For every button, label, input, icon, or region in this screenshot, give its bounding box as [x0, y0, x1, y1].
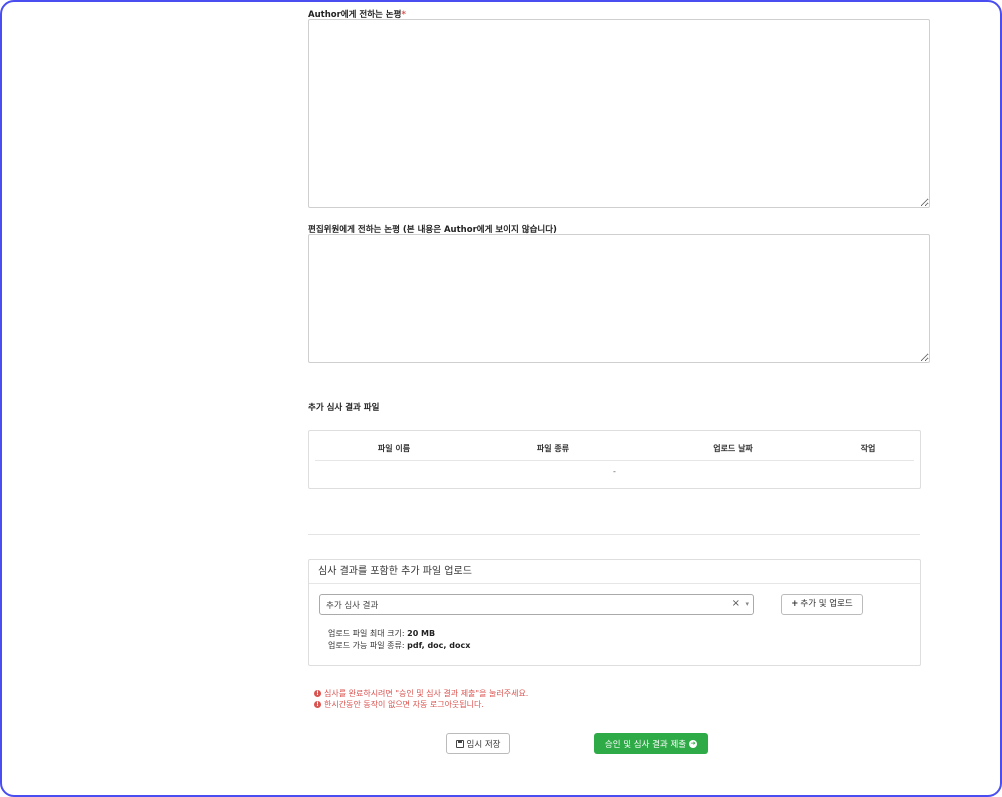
- save-draft-label: 임시 저장: [466, 739, 501, 750]
- notice-logout: ! 한시간동안 동작이 없으면 자동 로그아웃됩니다.: [314, 699, 484, 710]
- approve-submit-button[interactable]: 승인 및 심사 결과 제출 ➜: [594, 733, 708, 754]
- max-size-label: 업로드 파일 최대 크기:: [328, 629, 405, 638]
- allowed-types-value: pdf, doc, docx: [407, 641, 471, 650]
- file-type-select[interactable]: 추가 심사 결과 × ▾: [319, 594, 754, 615]
- approve-submit-label: 승인 및 심사 결과 제출: [604, 739, 687, 750]
- editor-comment-textarea[interactable]: [308, 234, 930, 363]
- notice-submit: ! 심사를 완료하시려면 "승인 및 심사 결과 제출"을 눌러주세요.: [314, 688, 528, 699]
- extra-files-table: 파일 이름 파일 종류 업로드 날짜 작업 -: [308, 430, 921, 489]
- allowed-types-label: 업로드 가능 파일 종류:: [328, 641, 405, 650]
- clear-icon[interactable]: ×: [732, 598, 740, 609]
- upload-panel: 심사 결과를 포함한 추가 파일 업로드 추가 심사 결과 × ▾ + 추가 및 …: [308, 559, 921, 666]
- page-frame: Author에게 전하는 논평* 편집위원에게 전하는 논평 (본 내용은 Au…: [0, 0, 1002, 797]
- save-draft-button[interactable]: 임시 저장: [446, 733, 510, 754]
- column-header-file-type: 파일 종류: [536, 444, 570, 453]
- upload-panel-title: 심사 결과를 포함한 추가 파일 업로드: [309, 560, 920, 584]
- add-and-upload-label: 추가 및 업로드: [800, 599, 853, 609]
- add-and-upload-button[interactable]: + 추가 및 업로드: [781, 594, 863, 615]
- column-header-file-name: 파일 이름: [377, 444, 411, 453]
- notice-submit-text: 심사를 완료하시려면 "승인 및 심사 결과 제출"을 눌러주세요.: [324, 689, 529, 698]
- allowed-types-info: 업로드 가능 파일 종류: pdf, doc, docx: [328, 640, 470, 651]
- column-header-actions: 작업: [860, 444, 876, 453]
- floppy-icon: [455, 739, 464, 748]
- column-header-upload-date: 업로드 날짜: [713, 444, 753, 453]
- arrow-circle-right-icon: ➜: [689, 739, 698, 748]
- table-header-row: 파일 이름 파일 종류 업로드 날짜 작업: [315, 443, 914, 461]
- extra-files-title: 추가 심사 결과 파일: [308, 403, 380, 413]
- max-size-info: 업로드 파일 최대 크기: 20 MB: [328, 628, 435, 639]
- notice-logout-text: 한시간동안 동작이 없으면 자동 로그아웃됩니다.: [324, 700, 484, 709]
- file-type-select-value: 추가 심사 결과: [326, 601, 379, 611]
- max-size-value: 20 MB: [407, 629, 436, 638]
- plus-icon: +: [791, 599, 799, 609]
- alert-icon: !: [314, 690, 321, 697]
- alert-icon: !: [314, 701, 321, 708]
- chevron-down-icon[interactable]: ▾: [745, 600, 749, 608]
- table-empty-cell: -: [613, 467, 616, 476]
- section-divider: [308, 534, 920, 535]
- author-comment-textarea[interactable]: [308, 19, 930, 208]
